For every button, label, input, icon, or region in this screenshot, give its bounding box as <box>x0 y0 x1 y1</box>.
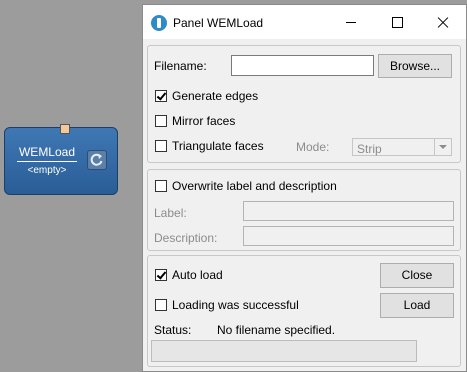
mirror-faces-label: Mirror faces <box>172 114 236 128</box>
input-port[interactable] <box>60 124 70 134</box>
module-name: WEMLoad <box>17 145 77 162</box>
filename-label: Filename: <box>154 59 207 73</box>
triangulate-faces-label: Triangulate faces <box>172 139 264 153</box>
minimize-button[interactable] <box>328 5 374 39</box>
file-options-group: Filename: Browse... Generate edges Mirro… <box>147 45 461 163</box>
status-value: No filename specified. <box>217 323 336 337</box>
label-label: Label: <box>154 206 187 220</box>
auto-load-label: Auto load <box>172 268 223 282</box>
load-group: Auto load Close Loading was successful L… <box>147 255 461 367</box>
mode-select[interactable]: Strip <box>352 138 452 156</box>
mode-label: Mode: <box>296 140 330 154</box>
module-status: <empty> <box>27 165 67 176</box>
generate-edges-checkbox[interactable] <box>155 90 167 102</box>
close-window-button[interactable] <box>420 5 466 39</box>
maximize-button[interactable] <box>374 5 420 39</box>
status-label: Status: <box>154 323 192 337</box>
label-field[interactable] <box>243 201 454 221</box>
window-title: Panel WEMLoad <box>173 16 264 30</box>
wemload-module-node[interactable]: WEMLoad <empty> <box>4 124 118 195</box>
description-label: Description: <box>154 231 218 245</box>
refresh-icon <box>90 153 103 166</box>
panel-window: Panel WEMLoad Filename: Browse... Genera… <box>142 4 467 372</box>
label-description-group: Overwrite label and description Label: D… <box>147 169 461 251</box>
checkmark-icon <box>156 269 167 280</box>
loading-successful-checkbox[interactable] <box>155 299 167 311</box>
progress-bar <box>151 340 417 362</box>
mirror-faces-checkbox[interactable] <box>155 115 167 127</box>
triangulate-faces-checkbox[interactable] <box>155 140 167 152</box>
chevron-down-icon <box>434 139 451 155</box>
overwrite-label: Overwrite label and description <box>172 179 337 193</box>
close-button[interactable]: Close <box>380 263 454 288</box>
loading-successful-label: Loading was successful <box>172 298 299 312</box>
auto-load-checkbox[interactable] <box>155 269 167 281</box>
browse-button[interactable]: Browse... <box>378 54 452 78</box>
overwrite-checkbox[interactable] <box>155 180 167 192</box>
description-field[interactable] <box>243 226 454 246</box>
title-bar: Panel WEMLoad <box>143 5 466 39</box>
reload-button[interactable] <box>87 150 107 170</box>
load-button[interactable]: Load <box>380 293 454 318</box>
mode-value: Strip <box>357 142 382 156</box>
checkmark-icon <box>156 90 167 101</box>
generate-edges-label: Generate edges <box>172 89 259 103</box>
info-app-icon <box>151 15 167 31</box>
filename-field[interactable] <box>231 55 374 76</box>
